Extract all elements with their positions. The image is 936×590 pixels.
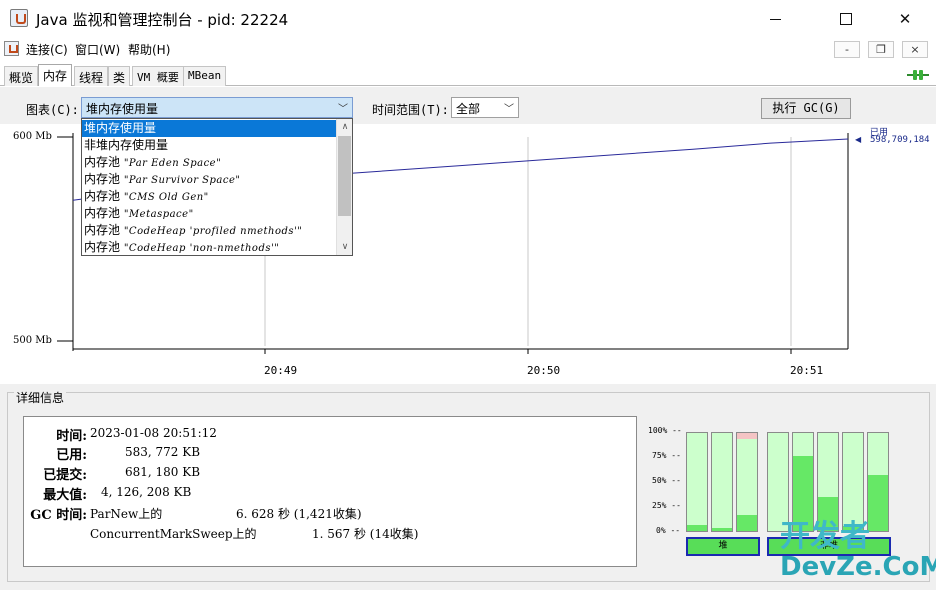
dropdown-option[interactable]: 内存池 "Par Eden Space" [82, 154, 336, 171]
details-box: 时间: 2023-01-08 20:51:12 已用: 583, 772 KB … [23, 416, 637, 567]
title-bar: Java 监视和管理控制台 - pid: 22224 ✕ [0, 0, 936, 38]
detail-key-time: 时间: [56, 429, 87, 444]
dropdown-option-label: 内存池 [84, 155, 124, 169]
time-range-label: 时间范围(T): [372, 103, 449, 117]
time-range-value: 全部 [456, 102, 481, 116]
watermark-line1: 开发者 [780, 519, 870, 554]
legend-marker-icon: ◀ [855, 135, 862, 144]
scroll-up-icon[interactable]: ∧ [337, 119, 352, 135]
nonheap-pool-bar[interactable] [817, 432, 839, 532]
detail-key-used: 已用: [56, 448, 87, 463]
legend-last-value: 598,709,184 [870, 135, 930, 145]
nonheap-pool-bar[interactable] [842, 432, 864, 532]
pct-label: 100% -- [648, 426, 682, 435]
dropdown-option-pool: "CodeHeap 'non-nmethods'" [123, 243, 280, 254]
chevron-down-icon: ﹀ [504, 104, 514, 115]
tab-memory[interactable]: 内存 [38, 64, 73, 86]
x-tick-label: 20:50 [527, 364, 561, 377]
maximize-button[interactable] [822, 0, 868, 38]
menu-bar: 连接(C) 窗口(W) 帮助(H) - ❐ × [0, 38, 936, 60]
inner-close-button[interactable]: × [902, 41, 928, 58]
nonheap-pool-bar[interactable] [792, 432, 814, 532]
dropdown-option-label: 内存池 [84, 223, 124, 237]
window-title: Java 监视和管理控制台 - pid: 22224 [36, 11, 289, 29]
inner-restore-button[interactable]: ❐ [868, 41, 894, 58]
dropdown-option-label: 堆内存使用量 [84, 121, 157, 135]
gc-collector-name: ConcurrentMarkSweep上的 [90, 527, 257, 541]
dropdown-option-pool: "CodeHeap 'profiled nmethods'" [123, 226, 303, 237]
tab-overview[interactable]: 概览 [4, 66, 39, 86]
x-tick-label: 20:51 [790, 364, 824, 377]
dropdown-option-label: 非堆内存使用量 [84, 138, 169, 152]
dropdown-option[interactable]: 堆内存使用量 [82, 120, 336, 137]
detail-value-used: 583, 772 KB [125, 445, 201, 459]
menu-window[interactable]: 窗口(W) [75, 41, 120, 58]
pct-label: 50% -- [652, 476, 681, 485]
dropdown-scrollbar[interactable]: ∧ ∨ [336, 119, 352, 255]
dropdown-option[interactable]: 内存池 "Par Survivor Space" [82, 171, 336, 188]
bar-used-fill [712, 528, 732, 531]
nonheap-pool-bar[interactable] [867, 432, 889, 532]
dropdown-option[interactable]: 内存池 "Metaspace" [82, 205, 336, 222]
scroll-down-icon[interactable]: ∨ [337, 239, 352, 255]
chart-select-value: 堆内存使用量 [86, 102, 159, 116]
dropdown-option-label: 内存池 [84, 206, 124, 220]
minimize-button[interactable] [752, 0, 798, 38]
detail-key-committed: 已提交: [43, 468, 87, 483]
dropdown-option-pool: "Par Survivor Space" [123, 175, 241, 186]
details-title: 详细信息 [14, 389, 67, 406]
menu-help[interactable]: 帮助(H) [128, 41, 170, 58]
connection-plug-icon [907, 70, 929, 80]
tab-mbean[interactable]: MBean [183, 66, 227, 86]
watermark-logo: 开发者 DevZe.CoM [780, 519, 936, 583]
tab-classes[interactable]: 类 [108, 66, 131, 86]
java-menu-icon[interactable] [4, 41, 19, 56]
dropdown-option-label: 内存池 [84, 240, 124, 254]
chevron-down-icon: ﹀ [338, 104, 348, 115]
gc-collector-time: 1. 567 秒 (14收集) [312, 527, 419, 541]
detail-value-time: 2023-01-08 20:51:12 [90, 426, 217, 440]
dropdown-option-label: 内存池 [84, 189, 124, 203]
chart-label: 图表(C): [26, 103, 79, 117]
java-app-icon [10, 9, 28, 27]
close-button[interactable]: ✕ [882, 0, 928, 38]
perform-gc-button[interactable]: 执行 GC(G) [761, 98, 851, 119]
tab-threads[interactable]: 线程 [74, 66, 109, 86]
detail-value-max: 4, 126, 208 KB [101, 485, 192, 499]
watermark-line2: DevZe.CoM [780, 552, 936, 582]
tab-bar: 概览 内存 线程 类 VM 概要 MBean [0, 64, 936, 86]
bar-used-fill [737, 515, 757, 531]
dropdown-option-pool: "CMS Old Gen" [123, 192, 209, 203]
dropdown-option[interactable]: 内存池 "CMS Old Gen" [82, 188, 336, 205]
gc-collector-name: ParNew上的 [90, 507, 163, 521]
heap-pool-bar[interactable] [686, 432, 708, 532]
pct-label: 25% -- [652, 501, 681, 510]
chart-select[interactable]: 堆内存使用量 ﹀ [81, 97, 353, 118]
dropdown-option[interactable]: 内存池 "CodeHeap 'non-nmethods'" [82, 239, 336, 255]
dropdown-option[interactable]: 内存池 "CodeHeap 'profiled nmethods'" [82, 222, 336, 239]
pct-label: 75% -- [652, 451, 681, 460]
chart-select-dropdown[interactable]: 堆内存使用量 非堆内存使用量 内存池 "Par Eden Space" 内存池 "Pa… [81, 118, 353, 256]
bar-threshold-fill [737, 433, 757, 439]
tab-vm-summary[interactable]: VM 概要 [132, 66, 184, 86]
dropdown-option[interactable]: 非堆内存使用量 [82, 137, 336, 154]
inner-minimize-button[interactable]: - [834, 41, 860, 58]
dropdown-option-label: 内存池 [84, 172, 124, 186]
menu-connect[interactable]: 连接(C) [26, 41, 68, 58]
time-range-select[interactable]: 全部 ﹀ [451, 97, 519, 118]
nonheap-pool-bar[interactable] [767, 432, 789, 532]
bar-used-fill [687, 525, 707, 531]
dropdown-option-pool: "Metaspace" [123, 209, 194, 220]
scrollbar-thumb[interactable] [338, 136, 351, 216]
dropdown-option-pool: "Par Eden Space" [123, 158, 222, 169]
gc-collector-time: 6. 628 秒 (1,421收集) [236, 507, 362, 521]
heap-pool-bar[interactable] [711, 432, 733, 532]
detail-key-gc-time: GC 时间: [30, 508, 87, 523]
x-tick-label: 20:49 [264, 364, 298, 377]
heap-group-label[interactable]: 堆 [686, 537, 760, 556]
detail-key-max: 最大值: [43, 488, 87, 503]
heap-pool-bar[interactable] [736, 432, 758, 532]
detail-value-committed: 681, 180 KB [125, 465, 201, 479]
pct-label: 0% -- [656, 526, 681, 535]
